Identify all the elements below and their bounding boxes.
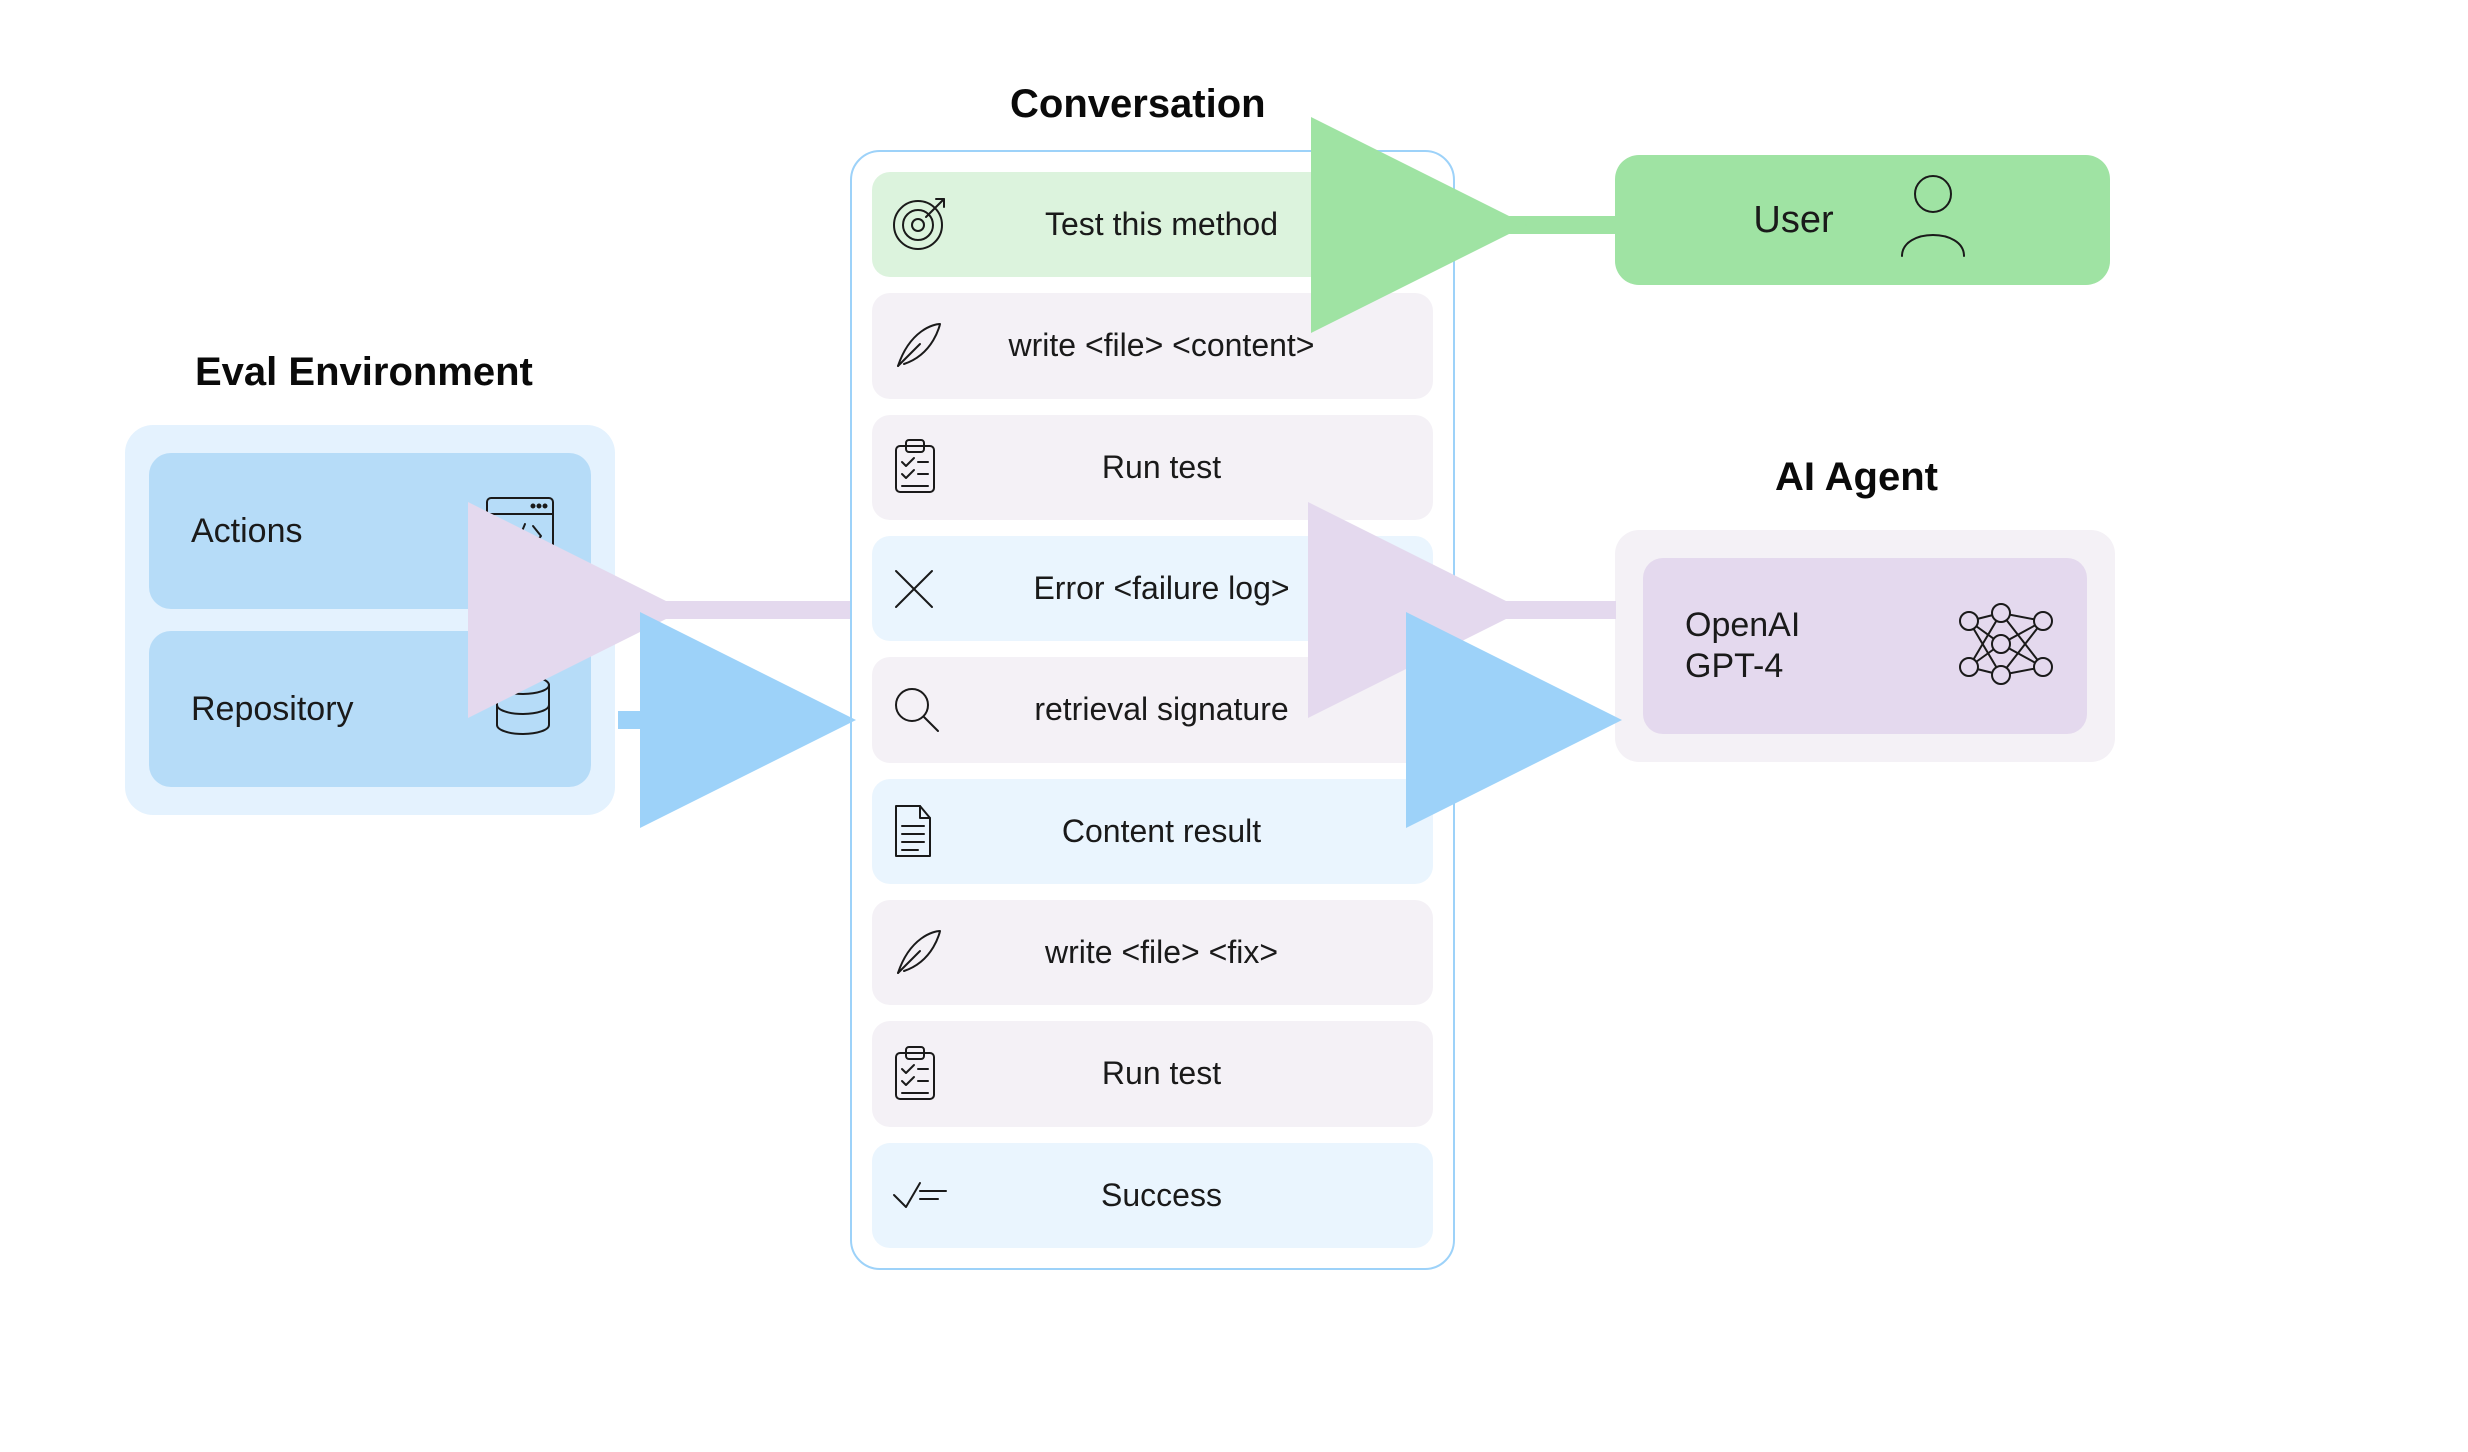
check-icon	[890, 1175, 966, 1215]
conv-label: write <file> <fix>	[966, 934, 1433, 971]
repository-card: Repository	[149, 631, 591, 787]
conv-row-run-test-2: Run test	[872, 1021, 1433, 1126]
agent-model-text: OpenAI GPT-4	[1685, 605, 1800, 687]
user-box: User	[1615, 155, 2110, 285]
ai-agent-title: AI Agent	[1775, 455, 1938, 500]
conv-label: retrieval signature	[966, 691, 1433, 728]
eval-environment-panel: Actions Repository	[125, 425, 615, 815]
conv-label: Content result	[966, 813, 1433, 850]
conv-row-content-result: Content result	[872, 779, 1433, 884]
arrow-conversation-to-agent	[1452, 690, 1622, 750]
conv-row-write-file-content: write <file> <content>	[872, 293, 1433, 398]
quill-icon	[890, 318, 966, 374]
neural-network-icon	[1957, 599, 2057, 694]
conversation-panel: Test this method write <file> <content>	[850, 150, 1455, 1270]
arrow-eval-to-conversation	[612, 690, 857, 750]
actions-label: Actions	[191, 512, 303, 551]
quill-icon	[890, 925, 966, 981]
conv-label: Test this method	[966, 206, 1433, 243]
conv-row-write-file-fix: write <file> <fix>	[872, 900, 1433, 1005]
conv-row-error: Error <failure log>	[872, 536, 1433, 641]
conv-label: write <file> <content>	[966, 327, 1433, 364]
code-window-icon	[485, 496, 555, 567]
clipboard-icon	[890, 1045, 966, 1103]
person-icon	[1894, 170, 1972, 270]
conv-label: Run test	[966, 1055, 1433, 1092]
repository-label: Repository	[191, 690, 354, 729]
actions-card: Actions	[149, 453, 591, 609]
eval-env-title: Eval Environment	[195, 350, 533, 395]
agent-model-line2: GPT-4	[1685, 646, 1800, 687]
database-icon	[491, 673, 555, 746]
architecture-diagram: Eval Environment Conversation AI Agent A…	[0, 0, 2468, 1452]
user-label: User	[1753, 199, 1833, 242]
arrow-conversation-to-eval	[612, 580, 857, 640]
arrow-user-to-conversation	[1455, 195, 1620, 255]
conv-row-retrieval: retrieval signature	[872, 657, 1433, 762]
conv-row-test-this-method: Test this method	[872, 172, 1433, 277]
conversation-title: Conversation	[1010, 82, 1266, 127]
search-icon	[890, 683, 966, 737]
x-icon	[890, 565, 966, 613]
conv-row-success: Success	[872, 1143, 1433, 1248]
agent-model-line1: OpenAI	[1685, 605, 1800, 646]
clipboard-icon	[890, 438, 966, 496]
document-icon	[890, 802, 966, 860]
conv-label: Success	[966, 1177, 1433, 1214]
target-icon	[890, 197, 966, 253]
agent-model-card: OpenAI GPT-4	[1643, 558, 2087, 734]
arrow-agent-to-conversation	[1452, 580, 1622, 640]
conv-label: Error <failure log>	[966, 570, 1433, 607]
ai-agent-panel: OpenAI GPT-4	[1615, 530, 2115, 762]
conv-label: Run test	[966, 449, 1433, 486]
conv-row-run-test-1: Run test	[872, 415, 1433, 520]
